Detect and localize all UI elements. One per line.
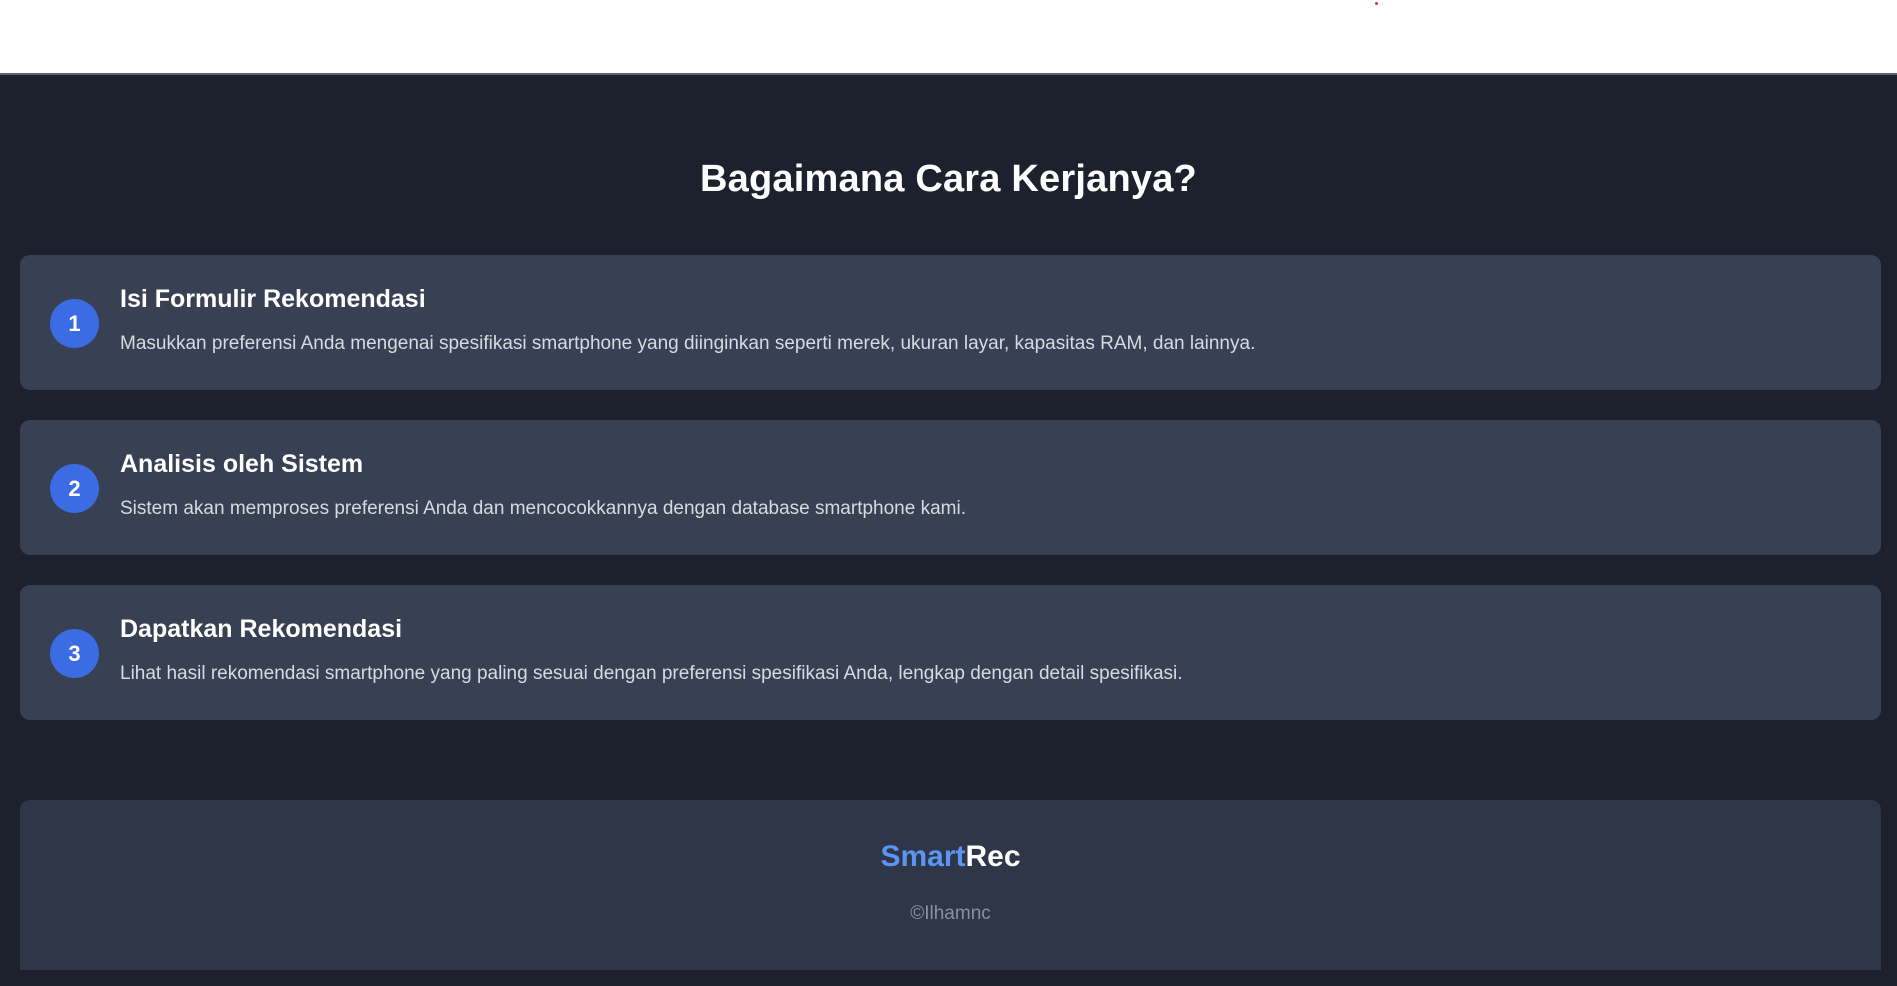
step-number-badge: 2 xyxy=(50,464,99,513)
header-area xyxy=(0,0,1897,75)
step-card-2: 2 Analisis oleh Sistem Sistem akan mempr… xyxy=(20,420,1881,555)
step-number-badge: 3 xyxy=(50,629,99,678)
footer: SmartRec ©Ilhamnc xyxy=(20,800,1881,970)
step-card-1: 1 Isi Formulir Rekomendasi Masukkan pref… xyxy=(20,255,1881,390)
step-description: Sistem akan memproses preferensi Anda da… xyxy=(120,498,966,519)
brand-name-part2: Rec xyxy=(965,840,1021,873)
step-title: Isi Formulir Rekomendasi xyxy=(120,285,426,313)
step-number-badge: 1 xyxy=(50,299,99,348)
brand-name-part1: Smart xyxy=(880,840,966,873)
section-title: Bagaimana Cara Kerjanya? xyxy=(700,158,1197,200)
step-description: Masukkan preferensi Anda mengenai spesif… xyxy=(120,333,1256,354)
step-description: Lihat hasil rekomendasi smartphone yang … xyxy=(120,663,1183,684)
step-title: Dapatkan Rekomendasi xyxy=(120,615,403,643)
copyright-text: ©Ilhamnc xyxy=(910,903,991,924)
step-card-3: 3 Dapatkan Rekomendasi Lihat hasil rekom… xyxy=(20,585,1881,720)
red-dot-marker xyxy=(1375,2,1378,5)
brand-logo-text[interactable]: SmartRec xyxy=(20,840,1881,874)
steps-list: 1 Isi Formulir Rekomendasi Masukkan pref… xyxy=(20,255,1881,750)
step-title: Analisis oleh Sistem xyxy=(120,450,364,478)
